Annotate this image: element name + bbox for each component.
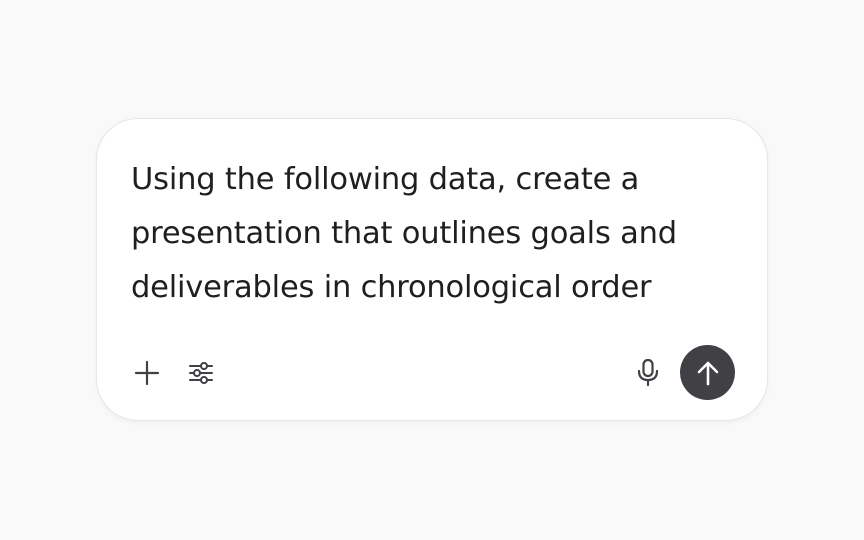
send-button[interactable] [680, 345, 735, 400]
add-attachment-button[interactable] [127, 353, 167, 393]
sliders-icon [188, 360, 214, 386]
arrow-up-icon [695, 359, 721, 387]
prompt-composer[interactable]: Using the following data, create a prese… [96, 118, 768, 421]
prompt-input[interactable]: Using the following data, create a prese… [131, 153, 731, 315]
tools-button[interactable] [181, 353, 221, 393]
plus-icon [134, 360, 160, 386]
microphone-icon [635, 358, 661, 388]
voice-input-button[interactable] [628, 353, 668, 393]
